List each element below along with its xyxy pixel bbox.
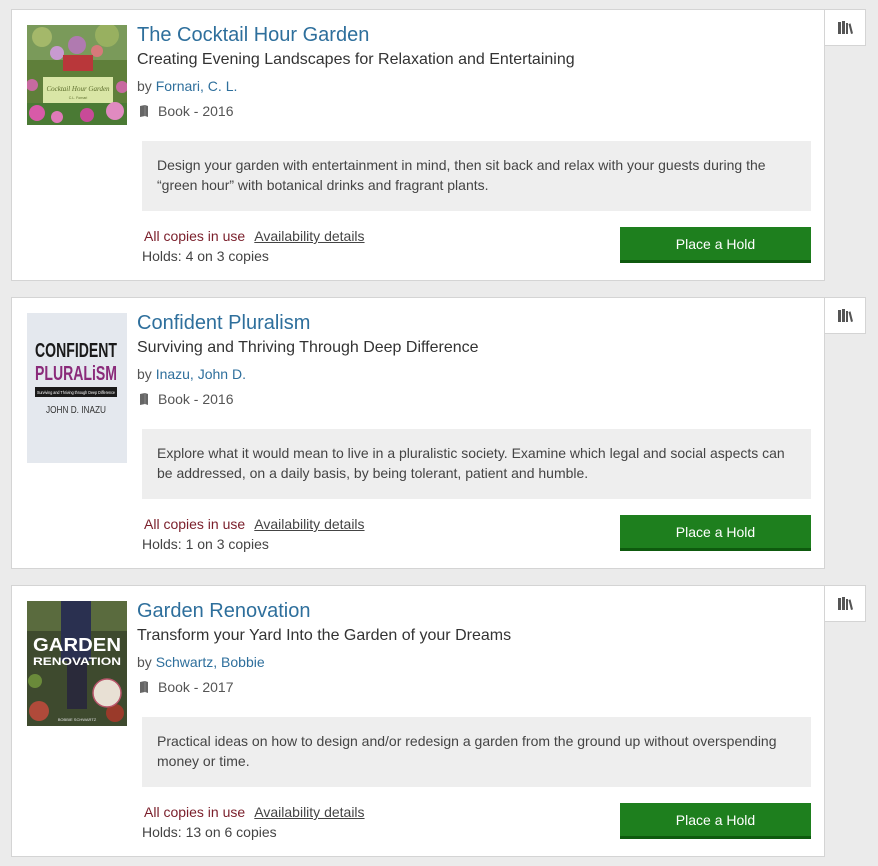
add-to-shelf-icon (837, 597, 853, 610)
book-icon (140, 393, 148, 405)
cover-author-text: JOHN D. INAZU (46, 405, 106, 416)
availability-details-link[interactable]: Availability details (254, 228, 364, 244)
format-text: Book - 2016 (158, 391, 234, 407)
result-title-link[interactable]: Garden Renovation (137, 600, 310, 623)
place-hold-button[interactable]: Place a Hold (620, 515, 811, 551)
availability-status: All copies in use Availability details (144, 804, 365, 820)
cover-title-line2: RENOVATION (33, 656, 121, 668)
result-title-link[interactable]: The Cocktail Hour Garden (137, 24, 369, 47)
place-hold-button[interactable]: Place a Hold (620, 803, 811, 839)
book-icon (140, 681, 148, 693)
add-to-shelf-icon (837, 21, 853, 34)
result-byline: by Inazu, John D. (137, 366, 246, 382)
result-byline: by Fornari, C. L. (137, 78, 237, 94)
availability-details-link[interactable]: Availability details (254, 516, 364, 532)
holds-count: Holds: 4 on 3 copies (142, 248, 269, 264)
result-byline: by Schwartz, Bobbie (137, 654, 265, 670)
format-text: Book - 2016 (158, 103, 234, 119)
search-results-list: Cocktail Hour Garden C.L. Fornari The Co… (0, 0, 878, 866)
result-subtitle: Creating Evening Landscapes for Relaxati… (137, 51, 575, 68)
result-card: GARDEN RENOVATION BOBBIE SCHWARTZ Garden… (11, 585, 825, 857)
place-hold-button[interactable]: Place a Hold (620, 227, 811, 263)
result-subtitle: Surviving and Thriving Through Deep Diff… (137, 339, 479, 356)
cover-title-line2: PLURALiSM (35, 363, 117, 385)
cover-tagline: Surviving and Thriving through Deep Diff… (37, 390, 115, 395)
holds-count: Holds: 1 on 3 copies (142, 536, 269, 552)
result-title-link[interactable]: Confident Pluralism (137, 312, 310, 335)
result-card: CONFIDENT PLURALiSM Surviving and Thrivi… (11, 297, 825, 569)
book-cover-image[interactable]: CONFIDENT PLURALiSM Surviving and Thrivi… (27, 313, 127, 463)
result-subtitle: Transform your Yard Into the Garden of y… (137, 627, 512, 644)
author-link[interactable]: Schwartz, Bobbie (156, 654, 265, 670)
by-prefix: by (137, 366, 152, 382)
cover-title-line1: CONFIDENT (35, 340, 117, 362)
book-cover-image[interactable]: GARDEN RENOVATION BOBBIE SCHWARTZ (27, 601, 127, 726)
add-to-shelf-button[interactable] (825, 585, 866, 622)
cover-title-text: Cocktail Hour Garden (46, 85, 110, 93)
cover-author-text: C.L. Fornari (69, 96, 88, 100)
availability-status: All copies in use Availability details (144, 228, 365, 244)
add-to-shelf-icon (837, 309, 853, 322)
add-to-shelf-button[interactable] (825, 9, 866, 46)
format-text: Book - 2017 (158, 679, 234, 695)
add-to-shelf-button[interactable] (825, 297, 866, 334)
result-format: Book - 2016 (137, 103, 234, 119)
by-prefix: by (137, 78, 152, 94)
author-link[interactable]: Inazu, John D. (156, 366, 246, 382)
book-icon (140, 105, 148, 117)
result-format: Book - 2016 (137, 391, 234, 407)
result-format: Book - 2017 (137, 679, 234, 695)
holds-count: Holds: 13 on 6 copies (142, 824, 277, 840)
availability-details-link[interactable]: Availability details (254, 804, 364, 820)
by-prefix: by (137, 654, 152, 670)
result-card: Cocktail Hour Garden C.L. Fornari The Co… (11, 9, 825, 281)
status-text: All copies in use (144, 516, 246, 532)
book-cover-image[interactable]: Cocktail Hour Garden C.L. Fornari (27, 25, 127, 125)
result-summary: Explore what it would mean to live in a … (142, 429, 811, 499)
status-text: All copies in use (144, 228, 246, 244)
author-link[interactable]: Fornari, C. L. (156, 78, 238, 94)
cover-title-line1: GARDEN (33, 635, 121, 655)
cover-author-text: BOBBIE SCHWARTZ (58, 717, 97, 722)
status-text: All copies in use (144, 804, 246, 820)
availability-status: All copies in use Availability details (144, 516, 365, 532)
result-summary: Practical ideas on how to design and/or … (142, 717, 811, 787)
result-summary: Design your garden with entertainment in… (142, 141, 811, 211)
